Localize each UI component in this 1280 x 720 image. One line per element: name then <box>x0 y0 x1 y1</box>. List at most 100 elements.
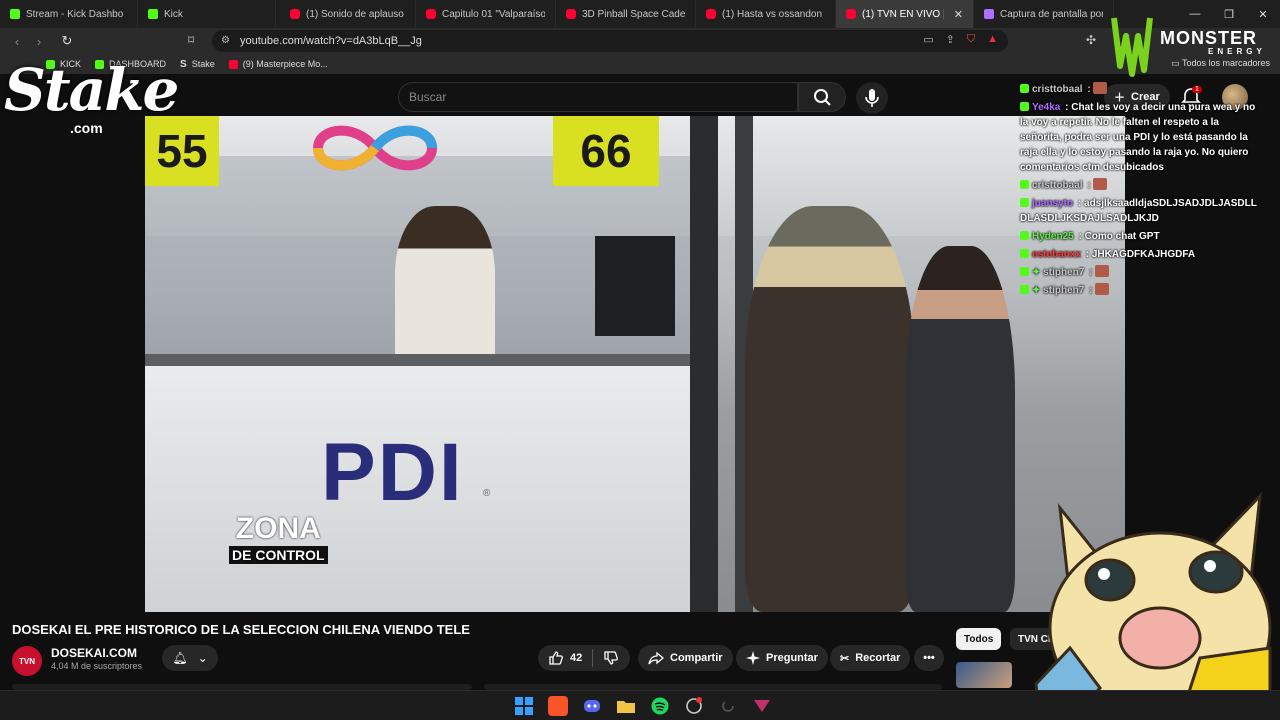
forward-icon[interactable]: › <box>28 34 50 49</box>
chat-message: Ye4ka : Chat les voy a decir una pura we… <box>1020 102 1256 173</box>
app-red-icon[interactable] <box>752 696 772 716</box>
bookmark-masterpiece[interactable]: (9) Masterpiece Mo... <box>228 59 328 69</box>
kick-badge-icon <box>1020 180 1029 189</box>
stake-logo: Stake <box>4 56 179 124</box>
like-separator <box>592 649 594 667</box>
kick-badge-icon <box>1020 84 1029 93</box>
stake-logo-suffix: .com <box>70 120 103 136</box>
folder-icon: ▭ <box>1171 58 1182 68</box>
like-count[interactable]: 42 <box>570 652 582 664</box>
file-explorer-icon[interactable] <box>616 696 636 716</box>
cast-icon[interactable]: ▭ <box>923 33 933 46</box>
address-bar-row: ‹ › ↻ ⌑ ⚙ youtube.com/watch?v=dA3bLqB__J… <box>0 28 1280 54</box>
youtube-icon <box>846 9 856 19</box>
minimize-icon[interactable]: — <box>1178 8 1212 20</box>
registered-mark: ® <box>483 488 491 499</box>
url-text[interactable]: youtube.com/watch?v=dA3bLqB__Jg <box>240 35 422 47</box>
tab-captura-pantalla[interactable]: Captura de pantalla por L <box>974 0 1114 28</box>
omnibox-actions: ▭ ⇪ ⛉ ▲ <box>923 33 998 46</box>
kick-chat-overlay: cristtobaal : Ye4ka : Chat les voy a dec… <box>1020 82 1260 301</box>
tab-stream-kick-dashboard[interactable]: Stream - Kick Dashbo <box>0 0 138 28</box>
chat-username: stiphen7 <box>1043 285 1085 296</box>
search-placeholder: Buscar <box>409 90 447 104</box>
chat-username: cristtobaal <box>1032 84 1083 95</box>
kick-icon <box>148 9 158 19</box>
share-button[interactable]: Compartir <box>638 645 733 671</box>
channel-avatar[interactable]: TVN <box>12 646 42 676</box>
close-window-icon[interactable]: ✕ <box>1246 8 1280 21</box>
video-scene-pillar <box>690 116 718 612</box>
brave-rewards-icon[interactable]: ▲ <box>987 33 998 46</box>
app-icon[interactable] <box>684 696 704 716</box>
close-tab-icon[interactable]: ✕ <box>954 8 963 21</box>
discord-icon[interactable] <box>582 696 602 716</box>
spotify-icon[interactable] <box>650 696 670 716</box>
more-actions-button[interactable]: ••• <box>914 645 944 671</box>
chip-all[interactable]: Todos <box>956 628 1002 650</box>
bookmark-stake[interactable]: S Stake <box>180 59 215 70</box>
tab-capitulo-valparaiso[interactable]: Capitulo 01 "Valparaíso" | <box>416 0 556 28</box>
subscription-bell-button[interactable]: 🔔︎ ⌄ <box>162 645 218 671</box>
monster-energy-logo-icon <box>1111 17 1153 77</box>
site-settings-icon[interactable]: ⚙ <box>221 35 233 47</box>
emote-icon <box>1093 178 1108 190</box>
chat-message: ✦ stiphen7 : <box>1020 283 1260 298</box>
all-bookmarks[interactable]: ▭ Todos los marcadores <box>1171 58 1270 69</box>
back-icon[interactable]: ‹ <box>6 34 28 49</box>
brave-icon[interactable] <box>548 696 568 716</box>
tab-sonido-aplauso[interactable]: (1) Sonido de aplauso <box>276 0 416 28</box>
zona-line1: ZONA <box>235 512 321 545</box>
thumbs-up-icon[interactable] <box>548 650 564 666</box>
tab-label: (1) Hasta vs ossandon ebr <box>722 8 825 20</box>
kick-badge-icon <box>1020 102 1029 111</box>
tab-label: (1) Sonido de aplauso <box>306 8 404 20</box>
voice-search-button[interactable] <box>856 82 888 114</box>
more-horizontal-icon: ••• <box>923 652 935 664</box>
chat-username: stiphen7 <box>1043 267 1085 278</box>
bookmarks-bar: KICK DASHBOARD S Stake (9) Masterpiece M… <box>0 54 1280 74</box>
ask-button[interactable]: Preguntar <box>736 645 828 671</box>
ask-label: Preguntar <box>766 652 818 664</box>
tab-label: 3D Pinball Space Cadet (C <box>582 8 685 20</box>
tab-pinball[interactable]: 3D Pinball Space Cadet (C <box>556 0 696 28</box>
reload-icon[interactable]: ↻ <box>56 33 78 49</box>
chat-message: ✦ stiphen7 : <box>1020 265 1260 280</box>
monster-logo-subtext: ENERGY <box>1208 47 1266 56</box>
scissors-icon: ✂ <box>840 652 850 665</box>
clip-button[interactable]: ✂ Recortar <box>830 645 911 671</box>
share-page-icon[interactable]: ⇪ <box>946 33 955 46</box>
brave-shields-icon[interactable]: ⛉ <box>967 33 975 46</box>
kick-badge-icon <box>1020 285 1029 294</box>
share-icon <box>648 651 664 665</box>
url-omnibox[interactable]: ⚙ youtube.com/watch?v=dA3bLqB__Jg ▭ ⇪ ⛉ … <box>212 30 1008 52</box>
sparkle-badge-icon: ✦ <box>1032 285 1044 296</box>
youtube-icon <box>706 9 716 19</box>
youtube-icon <box>228 59 238 69</box>
chat-username: juansyto <box>1032 198 1074 209</box>
kick-badge-icon <box>1020 249 1029 258</box>
channel-name[interactable]: DOSEKAI.COM <box>51 646 137 660</box>
extensions-icon[interactable]: ✣ <box>1086 33 1096 47</box>
recommended-video-thumbnail[interactable] <box>956 662 1012 688</box>
zona-control-graphic: ZONA DE CONTROL <box>229 514 328 564</box>
tab-hasta-vs-ossandon[interactable]: (1) Hasta vs ossandon ebr <box>696 0 836 28</box>
video-scene-monitor <box>595 236 675 336</box>
thumbs-down-icon[interactable] <box>603 650 619 666</box>
tab-tvn-en-vivo[interactable]: (1) TVN EN VIVO | ✕ <box>836 0 974 28</box>
tab-kick[interactable]: Kick <box>138 0 276 28</box>
video-scene-clerk <box>395 206 495 376</box>
bookmark-page-icon[interactable]: ⌑ <box>188 33 194 47</box>
share-label: Compartir <box>670 652 723 664</box>
search-input[interactable]: Buscar <box>398 82 798 112</box>
emote-icon <box>1095 265 1110 277</box>
windows-start-icon[interactable] <box>514 696 534 716</box>
tab-label: Capitulo 01 "Valparaíso" | <box>442 8 545 20</box>
video-player[interactable]: 55 66 PDI ® ZONA DE CONTROL <box>145 116 1125 612</box>
kick-icon <box>10 9 20 19</box>
search-button[interactable] <box>798 82 846 112</box>
maximize-icon[interactable]: ❐ <box>1212 8 1246 21</box>
loading-icon[interactable] <box>718 696 738 716</box>
chat-message: estebanxx : JHKAGDFKAJHGDFA <box>1020 247 1260 262</box>
emote-icon <box>1095 283 1110 295</box>
video-counter-sign-right: 66 <box>553 116 659 186</box>
